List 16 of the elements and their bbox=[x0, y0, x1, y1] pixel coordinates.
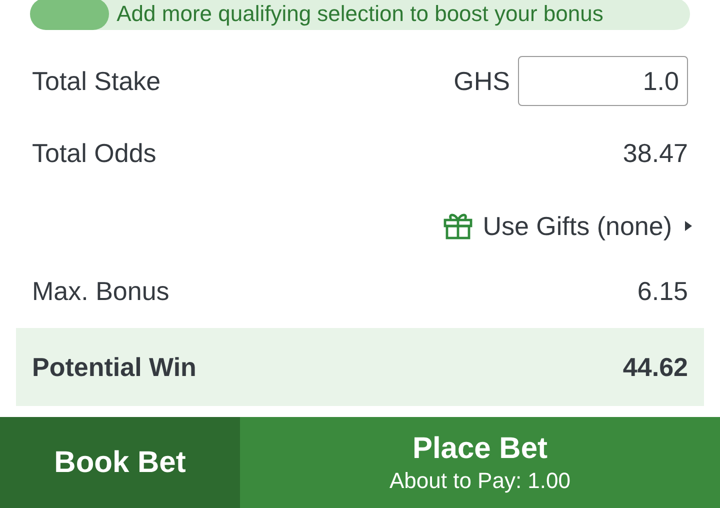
win-label: Potential Win bbox=[32, 352, 196, 382]
win-value: 44.62 bbox=[622, 352, 688, 382]
use-gifts-button[interactable]: Use Gifts (none) bbox=[442, 210, 694, 242]
pay-amount: About to Pay: 1.00 bbox=[389, 468, 571, 494]
bonus-label: Max. Bonus bbox=[32, 276, 170, 306]
currency-label: GHS bbox=[454, 66, 510, 96]
caret-icon bbox=[682, 219, 694, 233]
stake-label: Total Stake bbox=[32, 66, 161, 96]
gift-icon bbox=[442, 212, 473, 240]
odds-value: 38.47 bbox=[622, 138, 688, 168]
place-bet-button[interactable]: Place Bet About to Pay: 1.00 bbox=[240, 417, 720, 508]
odds-label: Total Odds bbox=[32, 138, 156, 168]
stake-input[interactable]: 1.0 bbox=[518, 56, 688, 106]
book-bet-button[interactable]: Book Bet bbox=[0, 417, 240, 508]
bonus-hint: Add more qualifying selection to boost your bonus bbox=[116, 1, 604, 27]
bonus-value: 6.15 bbox=[637, 276, 688, 306]
